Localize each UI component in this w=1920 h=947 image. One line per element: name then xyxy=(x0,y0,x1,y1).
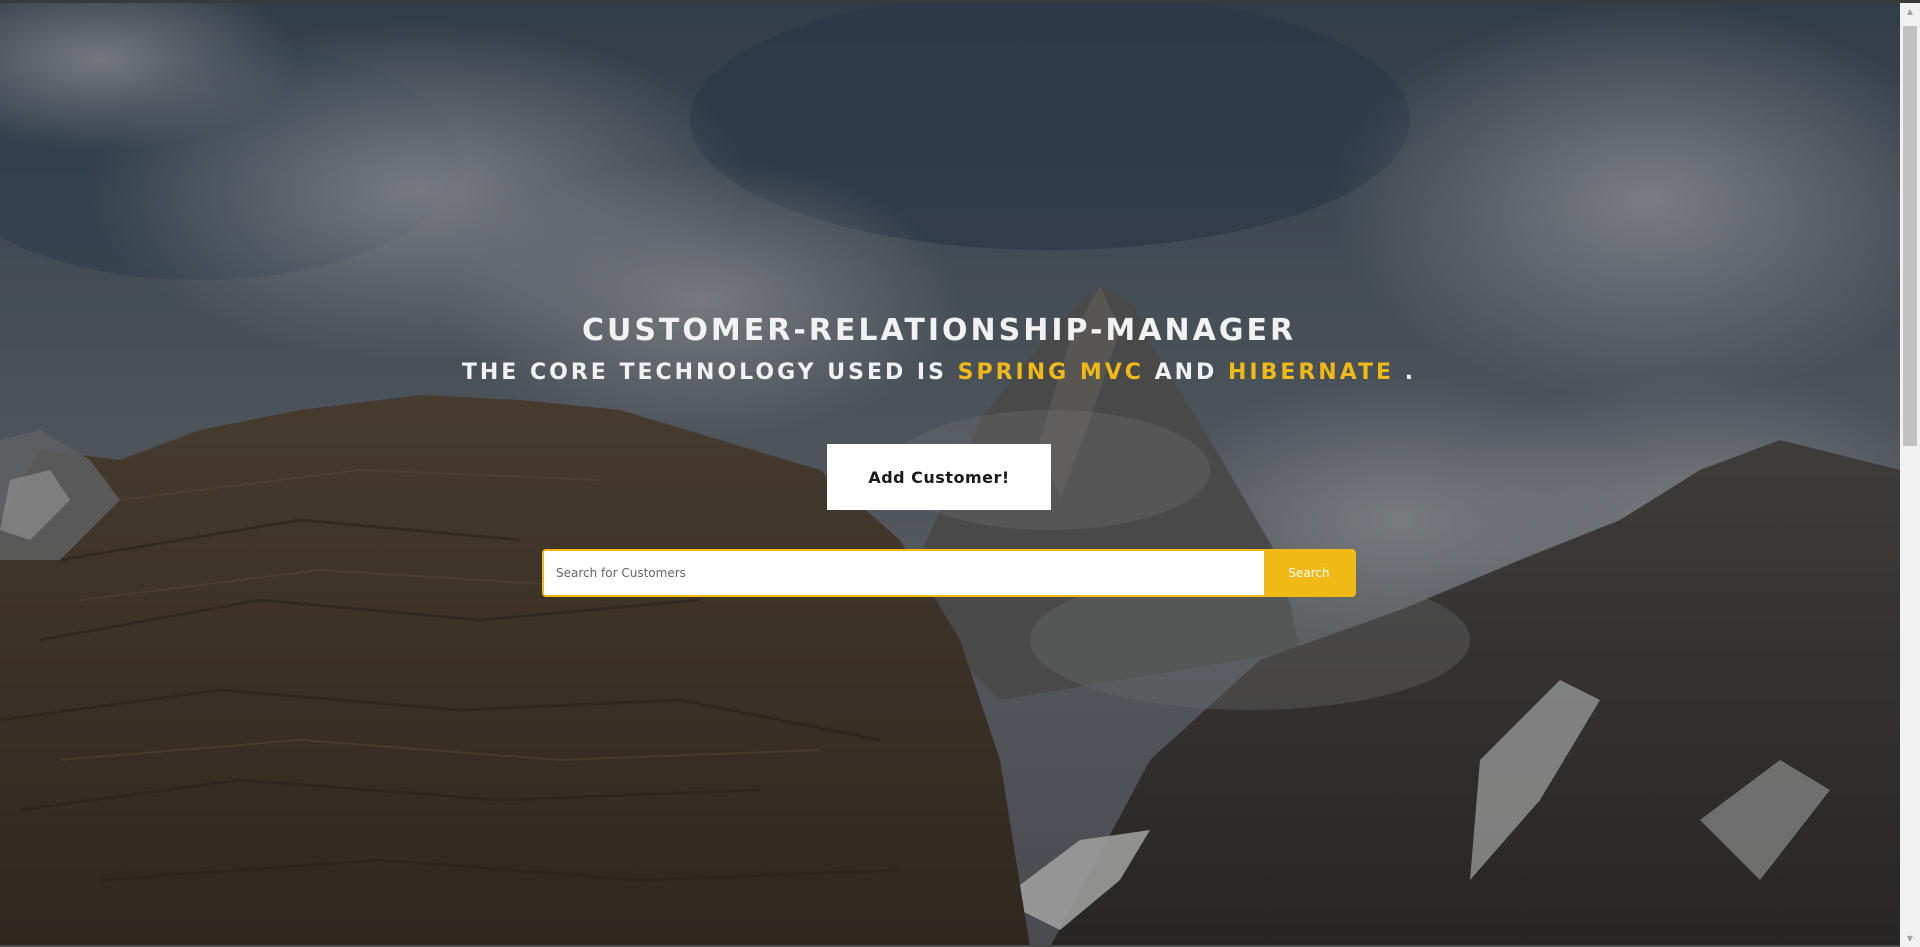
vertical-scrollbar[interactable]: ▲ ▼ xyxy=(1900,3,1920,947)
add-customer-button[interactable]: Add Customer! xyxy=(827,444,1051,510)
window-top-border xyxy=(0,0,1920,3)
subtitle-tech-spring: SPRING MVC xyxy=(957,360,1144,385)
hero-content: CUSTOMER-RELATIONSHIP-MANAGER THE CORE T… xyxy=(0,0,1900,947)
search-input[interactable] xyxy=(544,551,1264,595)
page: CUSTOMER-RELATIONSHIP-MANAGER THE CORE T… xyxy=(0,0,1920,947)
subtitle-tech-hibernate: HIBERNATE xyxy=(1227,360,1395,385)
page-title: CUSTOMER-RELATIONSHIP-MANAGER xyxy=(581,313,1297,348)
scroll-up-arrow-icon[interactable]: ▲ xyxy=(1900,3,1920,20)
subtitle-prefix: THE CORE TECHNOLOGY USED IS xyxy=(461,360,947,385)
subtitle-suffix: . xyxy=(1404,360,1417,385)
search-form: Search xyxy=(542,549,1356,597)
search-button[interactable]: Search xyxy=(1264,551,1354,595)
subtitle-and: AND xyxy=(1154,360,1218,385)
scrollbar-thumb[interactable] xyxy=(1903,26,1917,446)
page-subtitle: THE CORE TECHNOLOGY USED IS SPRING MVC A… xyxy=(0,360,1878,385)
scroll-down-arrow-icon[interactable]: ▼ xyxy=(1900,930,1920,947)
